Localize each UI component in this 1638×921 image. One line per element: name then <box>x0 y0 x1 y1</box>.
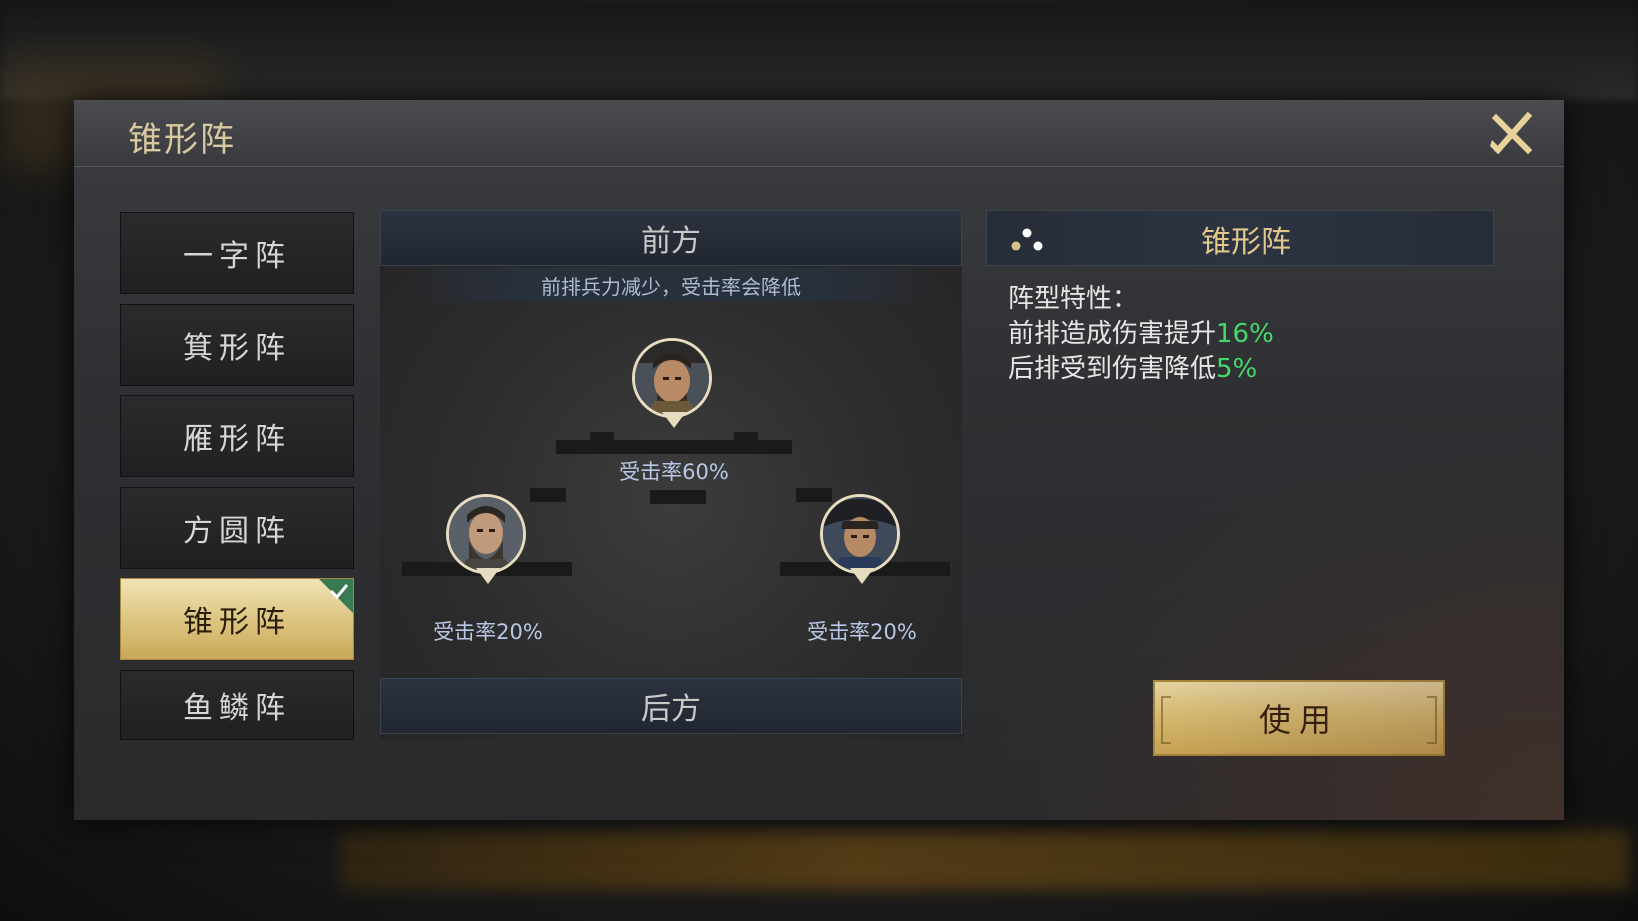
trait-text: 后排受到伤害降低 <box>1008 354 1217 384</box>
modal-header: 锥形阵 <box>74 100 1564 167</box>
formation-label: 箕形阵 <box>183 330 291 366</box>
close-icon <box>1490 111 1533 155</box>
detail-title: 锥形阵 <box>1201 225 1291 260</box>
formation-label: 鱼鳞阵 <box>183 690 291 726</box>
close-button[interactable] <box>1488 110 1536 158</box>
formation-item-zhuixing[interactable]: 锥形阵 <box>120 578 354 660</box>
background-bottom-blur <box>340 830 1630 890</box>
formation-item-yizi[interactable]: 一字阵 <box>120 212 354 294</box>
mid-platform <box>530 488 566 502</box>
hero-back-right[interactable] <box>818 492 906 596</box>
front-platform-step <box>734 432 758 442</box>
formation-label: 锥形阵 <box>183 605 291 640</box>
formation-list: 一字阵 箕形阵 雁形阵 方圆阵 锥形阵 鱼鳞阵 <box>120 212 354 749</box>
formation-diagram: 前方 前排兵力减少，受击率会降低 受击率60% 受击率20% 受击率20% 后方 <box>380 210 962 740</box>
hit-rate-back-right: 受击率20% <box>807 620 917 644</box>
front-platform <box>556 440 792 454</box>
hero-portrait <box>632 338 712 418</box>
formation-modal: 锥形阵 一字阵 箕形阵 雁形阵 方圆阵 锥形阵 鱼鳞阵 前方 前排兵力减少，受击… <box>74 100 1564 820</box>
front-bar: 前方 <box>380 210 962 266</box>
hit-rate-front: 受击率60% <box>619 460 729 484</box>
formation-item-jixing[interactable]: 箕形阵 <box>120 303 354 386</box>
formation-hint: 前排兵力减少，受击率会降低 <box>410 268 932 302</box>
trait-text: 前排造成伤害提升 <box>1008 319 1217 349</box>
hero-back-left[interactable] <box>444 492 532 596</box>
hit-rate-back-left: 受击率20% <box>433 620 543 644</box>
formation-label: 雁形阵 <box>183 422 291 457</box>
hero-portrait <box>820 494 900 574</box>
modal-title: 锥形阵 <box>128 120 236 160</box>
use-button[interactable]: 使用 <box>1153 680 1445 756</box>
checkmark-icon <box>319 579 353 613</box>
hero-pin <box>850 568 874 584</box>
trait-value: 16% <box>1216 319 1274 349</box>
trait-value: 5% <box>1216 354 1258 384</box>
hero-front[interactable] <box>630 336 718 440</box>
trait-line-2: 后排受到伤害降低5% <box>1008 352 1274 387</box>
front-platform-step <box>590 432 614 442</box>
traits-heading: 阵型特性： <box>1008 284 1139 314</box>
hero-pin <box>662 412 686 428</box>
trait-line-1: 前排造成伤害提升16% <box>1008 317 1274 352</box>
back-bar: 后方 <box>380 678 962 734</box>
hero-portrait <box>446 494 526 574</box>
mid-platform <box>650 490 706 504</box>
formation-label: 一字阵 <box>183 239 291 274</box>
formation-item-fangyuan[interactable]: 方圆阵 <box>120 486 354 569</box>
formation-item-yanxing[interactable]: 雁形阵 <box>120 395 354 477</box>
detail-header: 锥形阵 <box>986 210 1494 266</box>
formation-traits: 阵型特性： 前排造成伤害提升16% 后排受到伤害降低5% <box>1008 282 1274 387</box>
background-top-blur <box>0 0 1638 100</box>
hero-pin <box>476 568 500 584</box>
formation-item-yulin[interactable]: 鱼鳞阵 <box>120 669 354 740</box>
formation-label: 方圆阵 <box>183 513 291 549</box>
